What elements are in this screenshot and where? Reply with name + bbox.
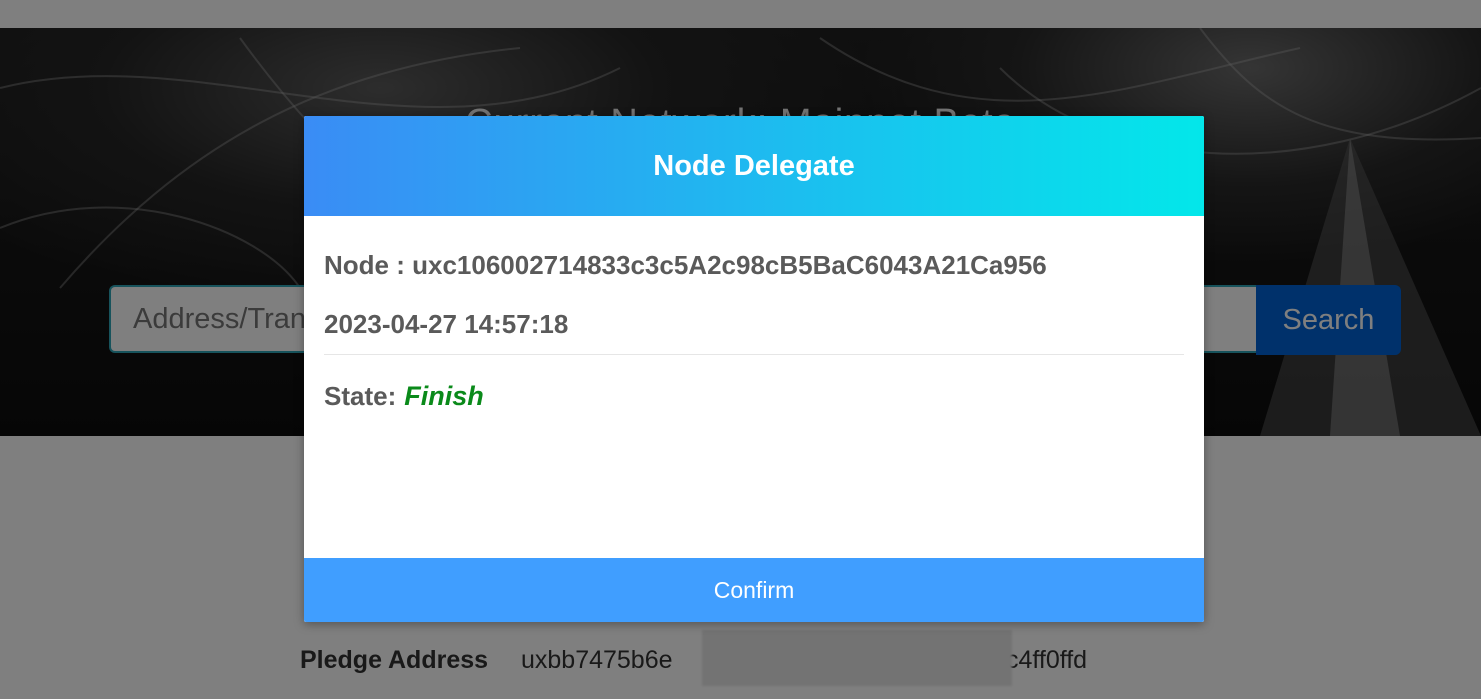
dialog-body: Node : uxc106002714833c3c5A2c98cB5BaC604… (304, 250, 1204, 412)
confirm-button[interactable]: Confirm (304, 558, 1204, 622)
node-label: Node : (324, 250, 405, 280)
node-info: Node : uxc106002714833c3c5A2c98cB5BaC604… (324, 250, 1184, 281)
state-info: State: Finish (324, 381, 1184, 412)
state-label: State: (324, 381, 397, 411)
dialog-header: Node Delegate (304, 116, 1204, 216)
node-address: uxc106002714833c3c5A2c98cB5BaC6043A21Ca9… (412, 250, 1047, 280)
dialog-title: Node Delegate (653, 149, 855, 182)
delegate-timestamp: 2023-04-27 14:57:18 (324, 309, 569, 339)
state-value: Finish (404, 381, 484, 411)
divider (324, 354, 1184, 355)
node-delegate-dialog: Node Delegate Node : uxc106002714833c3c5… (304, 116, 1204, 622)
